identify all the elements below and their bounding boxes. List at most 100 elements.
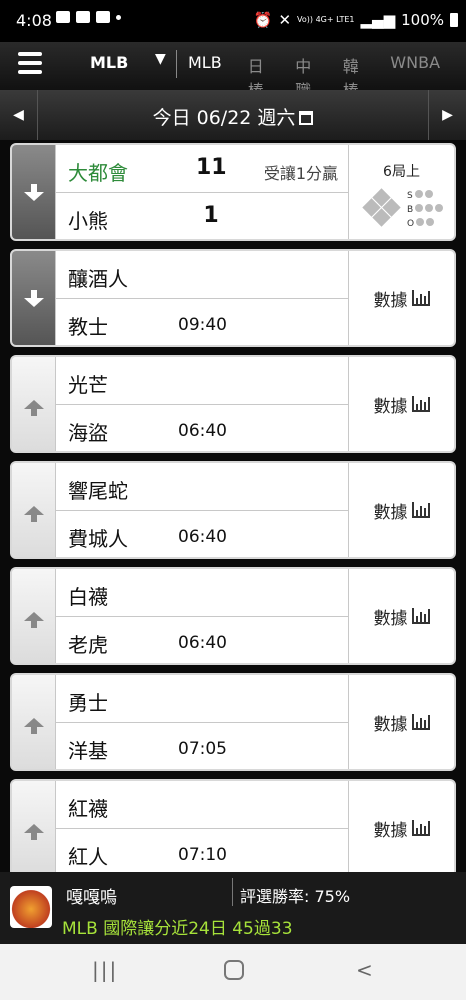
menu-icon[interactable]: [18, 52, 42, 76]
date-label-wrap[interactable]: 今日 06/22 週六: [0, 103, 466, 130]
away-team: 勇士: [68, 691, 108, 715]
home-team: 海盜: [68, 421, 108, 445]
game-card[interactable]: 紅襪 紅人 07:10 數據: [10, 779, 456, 872]
game-card[interactable]: 大都會 11 受讓1分贏 小熊 1 6局上 S B O: [10, 143, 456, 241]
status-bar: 4:08 ⏰ ✕ Vo)) 4G+ LTE1 ▂▄▆ 100%: [0, 0, 466, 42]
teams: 大都會 11 受讓1分贏 小熊 1: [56, 145, 348, 239]
count-indicator: S B O: [407, 189, 444, 231]
expand-toggle[interactable]: [12, 251, 56, 345]
expert-name: 嘎嘎嗚: [66, 888, 117, 908]
away-team: 大都會: [68, 161, 128, 185]
bar-chart-icon: [411, 714, 430, 730]
game-time: 06:40: [178, 421, 227, 441]
live-status[interactable]: 6局上 S B O: [348, 145, 454, 239]
dropdown-triangle-icon[interactable]: ▼: [155, 51, 166, 67]
home-row: 老虎 06:40: [56, 617, 348, 663]
away-team: 響尾蛇: [68, 479, 128, 503]
expand-toggle[interactable]: [12, 357, 56, 451]
expand-toggle[interactable]: [12, 569, 56, 663]
stats-button[interactable]: 數據: [348, 569, 454, 663]
recents-icon[interactable]: |||: [92, 958, 118, 982]
stats-label: 數據: [373, 820, 408, 841]
home-team: 老虎: [68, 633, 108, 657]
alarm-icon: ⏰: [253, 11, 273, 29]
away-row: 大都會 11 受讓1分贏: [56, 145, 348, 193]
stats-label: 數據: [373, 290, 408, 311]
stats-button[interactable]: 數據: [348, 463, 454, 557]
battery-text: 100%: [401, 11, 444, 29]
check-icon: [96, 11, 110, 23]
expand-toggle[interactable]: [12, 145, 56, 239]
game-card[interactable]: 響尾蛇 費城人 06:40 數據: [10, 461, 456, 559]
home-row: 洋基 07:05: [56, 723, 348, 769]
home-row: 海盜 06:40: [56, 405, 348, 451]
game-card[interactable]: 勇士 洋基 07:05 數據: [10, 673, 456, 771]
date-label: 今日 06/22 週六: [152, 107, 296, 129]
stats-label: 數據: [373, 714, 408, 735]
stats-label: 數據: [373, 608, 408, 629]
sbo-label-s: S: [407, 191, 413, 201]
bar-chart-icon: [411, 502, 430, 518]
stats-button[interactable]: 數據: [348, 251, 454, 345]
home-row: 紅人 07:10: [56, 829, 348, 872]
mute-icon: ✕: [278, 11, 292, 29]
away-team: 紅襪: [68, 797, 108, 821]
back-icon[interactable]: <: [356, 958, 373, 982]
stats-button[interactable]: 數據: [348, 781, 454, 872]
down-arrow-icon: [23, 183, 44, 201]
system-nav-bar: ||| <: [0, 944, 466, 1000]
game-card[interactable]: 釀酒人 教士 09:40 數據: [10, 249, 456, 347]
down-arrow-icon: [23, 289, 44, 307]
date-bar: ◀ 今日 06/22 週六 ▶: [0, 90, 466, 140]
inning-label: 6局上: [383, 164, 420, 180]
expand-toggle[interactable]: [12, 463, 56, 557]
mail-icon: [76, 11, 90, 23]
notification-icons: [56, 11, 121, 23]
game-time: 07:05: [178, 739, 227, 759]
expert-promo-banner[interactable]: 嘎嘎嗚 評選勝率: 75% MLB 國際讓分近24日 45過33: [0, 872, 466, 944]
expand-toggle[interactable]: [12, 675, 56, 769]
teams: 紅襪 紅人 07:10: [56, 781, 348, 872]
network-label: Vo)) 4G+ LTE1: [297, 15, 355, 24]
sbo-label-o: O: [407, 219, 415, 229]
sbo-label-b: B: [407, 205, 414, 215]
game-card[interactable]: 白襪 老虎 06:40 數據: [10, 567, 456, 665]
home-team: 紅人: [68, 845, 108, 869]
away-score: 11: [196, 155, 227, 180]
nav-divider: [176, 50, 177, 78]
away-row: 光芒: [56, 357, 348, 405]
home-team: 小熊: [68, 209, 108, 233]
next-date-button[interactable]: ▶: [428, 90, 466, 140]
home-row: 教士 09:40: [56, 299, 348, 345]
game-time: 06:40: [178, 527, 227, 547]
bar-chart-icon: [411, 820, 430, 836]
expand-toggle[interactable]: [12, 781, 56, 872]
stats-button[interactable]: 數據: [348, 675, 454, 769]
bar-chart-icon: [411, 290, 430, 306]
battery-icon: [450, 13, 458, 27]
away-team: 白襪: [68, 585, 108, 609]
home-team: 費城人: [68, 527, 128, 551]
home-icon[interactable]: [224, 960, 244, 980]
game-list[interactable]: 大都會 11 受讓1分贏 小熊 1 6局上 S B O 釀酒人 教士 09:40…: [0, 140, 466, 872]
up-arrow-icon: [23, 611, 44, 628]
home-row: 費城人 06:40: [56, 511, 348, 557]
win-rate: 評選勝率: 75%: [240, 887, 351, 906]
away-team: 光芒: [68, 373, 108, 397]
calendar-icon: [299, 111, 314, 125]
stats-button[interactable]: 數據: [348, 357, 454, 451]
teams: 白襪 老虎 06:40: [56, 569, 348, 663]
league-selector[interactable]: MLB: [90, 53, 128, 72]
teams: 光芒 海盜 06:40: [56, 357, 348, 451]
home-row: 小熊 1: [56, 193, 348, 239]
stats-label: 數據: [373, 396, 408, 417]
game-time: 07:10: [178, 845, 227, 865]
bar-chart-icon: [411, 396, 430, 412]
up-arrow-icon: [23, 717, 44, 734]
game-card[interactable]: 光芒 海盜 06:40 數據: [10, 355, 456, 453]
teams: 勇士 洋基 07:05: [56, 675, 348, 769]
teams: 響尾蛇 費城人 06:40: [56, 463, 348, 557]
away-row: 紅襪: [56, 781, 348, 829]
home-score: 1: [203, 203, 219, 228]
up-arrow-icon: [23, 505, 44, 522]
